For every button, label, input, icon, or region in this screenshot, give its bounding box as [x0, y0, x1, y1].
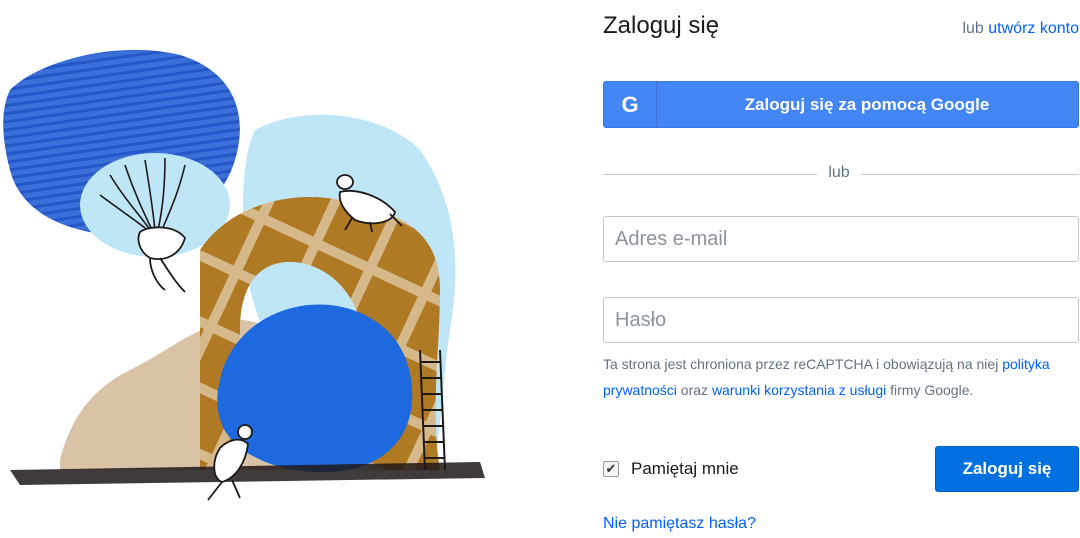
illustration-art	[3, 49, 485, 501]
checkmark-icon: ✔	[605, 461, 617, 476]
login-button[interactable]: Zaloguj się	[935, 446, 1079, 492]
remember-me[interactable]: ✔ Pamiętaj mnie	[603, 458, 739, 480]
login-form: Zaloguj się lub utwórz konto G Zaloguj s…	[603, 0, 1079, 533]
terms-of-service-link[interactable]: warunki korzystania z usługi	[712, 382, 886, 398]
recaptcha-text-2: oraz	[676, 382, 712, 398]
or-divider: lub	[603, 164, 1079, 184]
remember-me-checkbox[interactable]: ✔	[603, 461, 619, 477]
password-field[interactable]	[603, 297, 1079, 343]
divider-text: lub	[828, 164, 850, 181]
divider-line-left	[603, 174, 817, 175]
google-sign-in-button[interactable]: G Zaloguj się za pomocą Google	[603, 81, 1079, 128]
recaptcha-text-1: Ta strona jest chroniona przez reCAPTCHA…	[603, 356, 1003, 372]
create-account-prompt: lub utwórz konto	[962, 20, 1079, 38]
recaptcha-notice: Ta strona jest chroniona przez reCAPTCHA…	[603, 351, 1079, 403]
google-sign-in-label: Zaloguj się za pomocą Google	[744, 94, 990, 114]
divider-line-right	[861, 174, 1079, 175]
create-account-link[interactable]: utwórz konto	[988, 20, 1079, 37]
google-icon: G	[604, 82, 657, 127]
create-account-prefix: lub	[962, 20, 984, 37]
recaptcha-text-3: firmy Google.	[886, 382, 974, 398]
email-field[interactable]	[603, 216, 1079, 262]
remember-me-label: Pamiętaj mnie	[631, 459, 739, 478]
page-title: Zaloguj się	[603, 12, 720, 39]
login-illustration	[0, 0, 500, 533]
forgot-password-link[interactable]: Nie pamiętasz hasła?	[603, 515, 756, 533]
